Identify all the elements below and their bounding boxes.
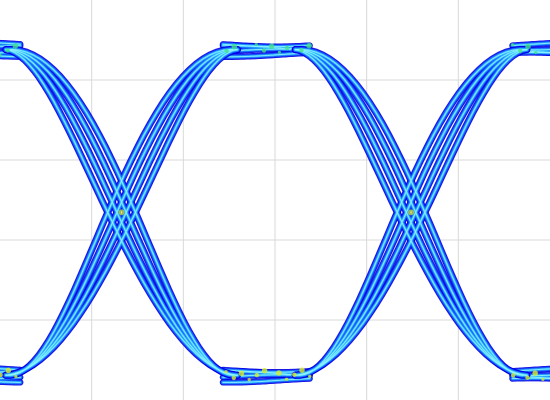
density-hotspot <box>541 377 545 381</box>
density-hotspot <box>276 370 282 376</box>
density-hotspot <box>238 370 245 377</box>
density-hotspot <box>5 367 12 374</box>
density-hotspot <box>14 375 18 379</box>
density-hotspot <box>231 375 236 381</box>
eye-diagram <box>0 0 550 400</box>
density-hotspot <box>518 48 523 53</box>
density-hotspot <box>525 375 530 380</box>
density-hotspot <box>285 377 289 381</box>
crossing-point <box>118 209 125 216</box>
density-hotspot <box>292 372 297 377</box>
density-hotspot <box>231 43 238 50</box>
density-hotspot <box>224 370 228 374</box>
density-hotspot <box>254 372 260 378</box>
density-hotspot <box>261 48 267 53</box>
grid <box>0 0 550 400</box>
density-hotspot <box>299 48 304 53</box>
density-hotspot <box>525 43 531 50</box>
density-hotspot <box>532 370 538 377</box>
density-hotspot <box>510 43 515 47</box>
density-hotspot <box>277 50 281 54</box>
density-hotspot <box>306 42 312 49</box>
density-hotspot <box>299 367 305 374</box>
density-hotspot <box>254 42 258 47</box>
density-hotspot <box>12 43 19 49</box>
density-hotspot <box>534 50 538 55</box>
density-hotspot <box>224 48 229 54</box>
density-hotspot <box>308 374 312 378</box>
crossing-point <box>408 209 415 216</box>
density-hotspot <box>5 48 10 53</box>
density-hotspot <box>268 43 275 49</box>
density-hotspot <box>261 367 268 374</box>
density-hotspot <box>247 378 251 382</box>
density-hotspot <box>511 373 516 378</box>
density-hotspot <box>284 45 290 51</box>
